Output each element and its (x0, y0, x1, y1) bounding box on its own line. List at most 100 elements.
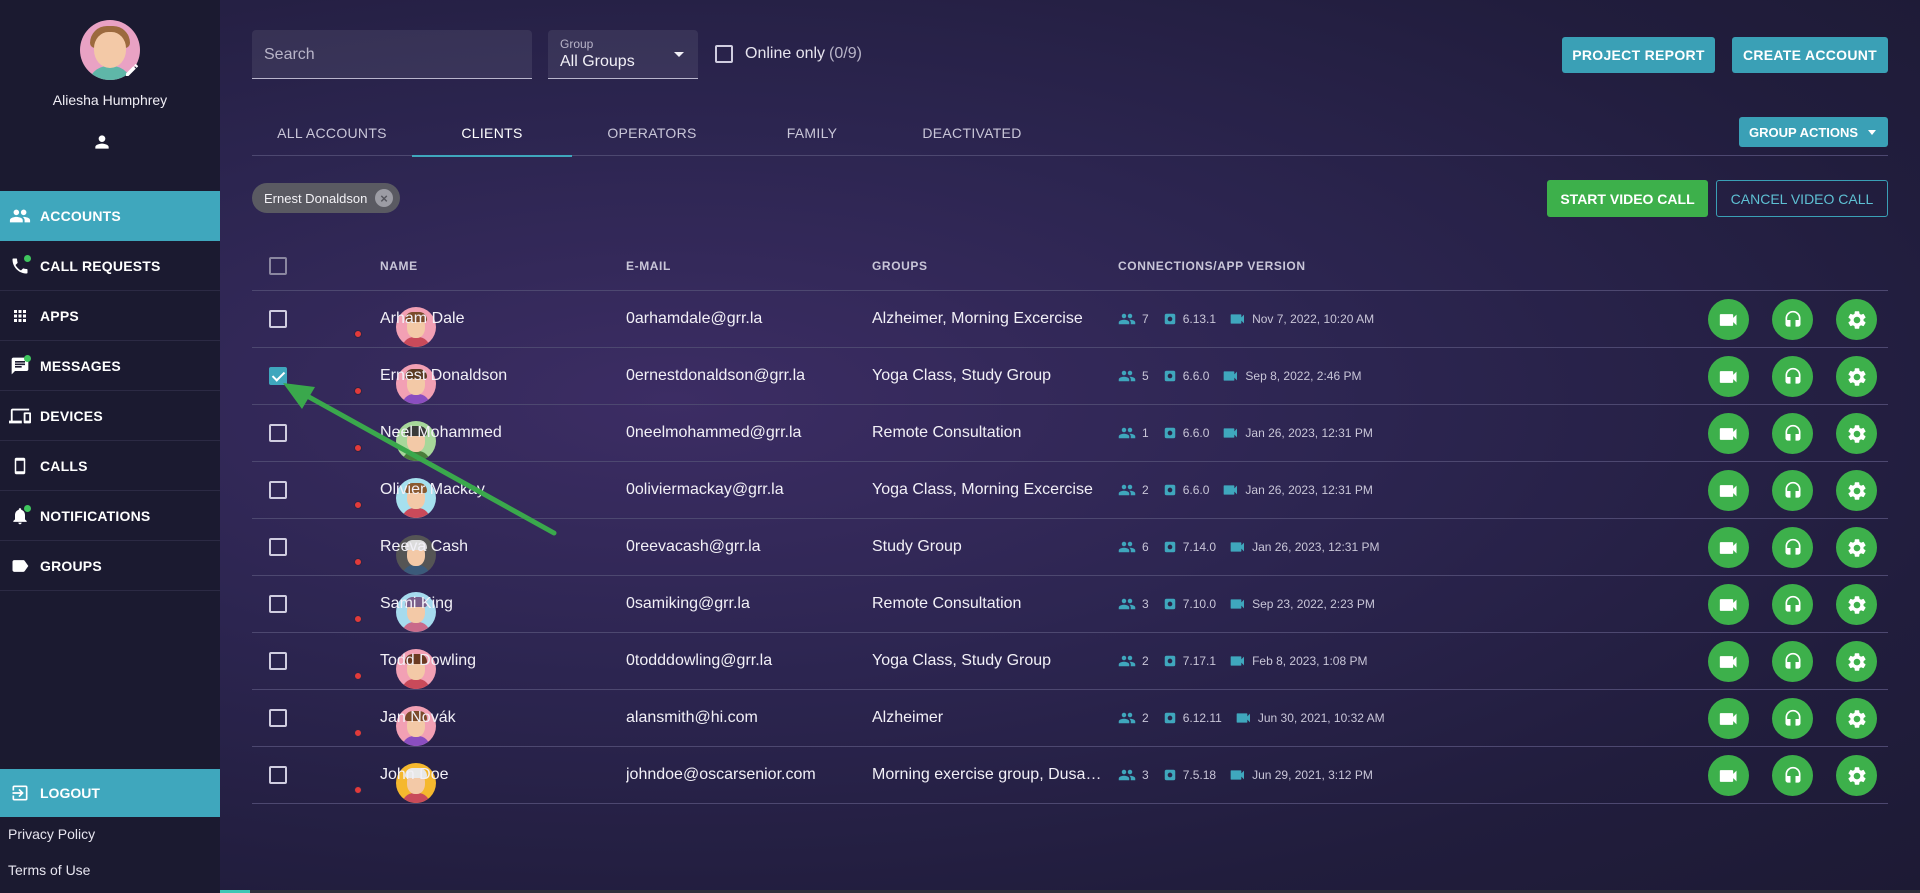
tab-operators[interactable]: OPERATORS (572, 110, 732, 156)
video-camera-icon (1719, 484, 1736, 497)
settings-button[interactable] (1836, 641, 1877, 682)
account-name[interactable]: Arham Dale (380, 310, 610, 328)
headset-icon (1785, 709, 1800, 726)
account-name[interactable]: Jan Novák (380, 709, 610, 727)
settings-button[interactable] (1836, 698, 1877, 739)
video-call-button[interactable] (1708, 299, 1749, 340)
video-call-button[interactable] (1708, 755, 1749, 796)
tab-family[interactable]: FAMILY (732, 110, 892, 156)
settings-button[interactable] (1836, 755, 1877, 796)
audio-call-button[interactable] (1772, 698, 1813, 739)
sidebar-item-accounts[interactable]: ACCOUNTS (0, 191, 220, 241)
table-row[interactable]: John Doe johndoe@oscarsenior.com Morning… (252, 747, 1888, 804)
table-row[interactable]: Arham Dale 0arhamdale@grr.la Alzheimer, … (252, 291, 1888, 348)
sidebar-item-devices[interactable]: DEVICES (0, 391, 220, 441)
people-icon (1118, 655, 1136, 667)
logout-button[interactable]: LOGOUT (0, 769, 220, 817)
cancel-video-call-button[interactable]: CANCEL VIDEO CALL (1716, 180, 1888, 217)
account-name[interactable]: Sami King (380, 595, 610, 613)
audio-call-button[interactable] (1772, 641, 1813, 682)
online-only-checkbox[interactable] (715, 45, 733, 63)
selected-account-chip: Ernest Donaldson × (252, 183, 400, 213)
settings-button[interactable] (1836, 413, 1877, 454)
search-input[interactable]: Search (252, 30, 532, 79)
connections-info: 2 7.17.1 Feb 8, 2023, 1:08 PM (1118, 654, 1381, 668)
audio-call-button[interactable] (1772, 755, 1813, 796)
video-call-button[interactable] (1708, 698, 1749, 739)
tab-deactivated[interactable]: DEACTIVATED (892, 110, 1052, 156)
account-name[interactable]: Neel Mohammed (380, 424, 610, 442)
table-row[interactable]: Sami King 0samiking@grr.la Remote Consul… (252, 576, 1888, 633)
connections-count: 6 (1118, 540, 1149, 554)
video-call-button[interactable] (1708, 584, 1749, 625)
sidebar-item-call-requests[interactable]: CALL REQUESTS (0, 241, 220, 291)
sidebar-item-calls[interactable]: CALLS (0, 441, 220, 491)
settings-button[interactable] (1836, 470, 1877, 511)
row-checkbox[interactable] (269, 595, 287, 613)
row-checkbox[interactable] (269, 367, 287, 385)
table-row[interactable]: Olivier Mackay 0oliviermackay@grr.la Yog… (252, 462, 1888, 519)
row-checkbox[interactable] (269, 310, 287, 328)
chip-remove-icon[interactable]: × (375, 189, 393, 207)
settings-button[interactable] (1836, 527, 1877, 568)
create-account-button[interactable]: CREATE ACCOUNT (1732, 37, 1888, 73)
settings-button[interactable] (1836, 299, 1877, 340)
profile-panel: Aliesha Humphrey (0, 0, 220, 170)
app-version: 6.6.0 (1163, 483, 1209, 497)
select-all-checkbox[interactable] (269, 257, 287, 275)
status-dot (354, 672, 362, 680)
privacy-policy-link[interactable]: Privacy Policy (8, 826, 95, 842)
audio-call-button[interactable] (1772, 584, 1813, 625)
row-checkbox[interactable] (269, 652, 287, 670)
table-row[interactable]: Ernest Donaldson 0ernestdonaldson@grr.la… (252, 348, 1888, 405)
settings-button[interactable] (1836, 584, 1877, 625)
tab-all-accounts[interactable]: ALL ACCOUNTS (252, 110, 412, 156)
video-call-button[interactable] (1708, 641, 1749, 682)
group-actions-button[interactable]: GROUP ACTIONS (1739, 117, 1888, 147)
audio-call-button[interactable] (1772, 470, 1813, 511)
table-row[interactable]: Neel Mohammed 0neelmohammed@grr.la Remot… (252, 405, 1888, 462)
account-name[interactable]: John Doe (380, 766, 610, 784)
person-icon[interactable] (92, 132, 112, 152)
row-checkbox[interactable] (269, 538, 287, 556)
edit-pencil-icon[interactable] (122, 62, 142, 82)
account-name[interactable]: Ernest Donaldson (380, 367, 610, 385)
sidebar-item-apps[interactable]: APPS (0, 291, 220, 341)
row-checkbox[interactable] (269, 481, 287, 499)
column-header-email[interactable]: E-MAIL (626, 259, 671, 273)
account-name[interactable]: Reeva Cash (380, 538, 610, 556)
people-icon (1118, 484, 1136, 496)
account-name[interactable]: Olivier Mackay (380, 481, 610, 499)
project-report-button[interactable]: PROJECT REPORT (1562, 37, 1715, 73)
start-video-call-button[interactable]: START VIDEO CALL (1547, 180, 1708, 217)
table-row[interactable]: Todd Dowling 0todddowling@grr.la Yoga Cl… (252, 633, 1888, 690)
last-video-call: Jun 29, 2021, 3:12 PM (1230, 768, 1373, 782)
video-call-button[interactable] (1708, 470, 1749, 511)
audio-call-button[interactable] (1772, 356, 1813, 397)
sidebar-item-notifications[interactable]: NOTIFICATIONS (0, 491, 220, 541)
column-header-name[interactable]: NAME (380, 259, 418, 273)
group-select[interactable]: Group All Groups (548, 30, 698, 79)
account-name[interactable]: Todd Dowling (380, 652, 610, 670)
sidebar-item-messages[interactable]: MESSAGES (0, 341, 220, 391)
video-call-button[interactable] (1708, 527, 1749, 568)
settings-button[interactable] (1836, 356, 1877, 397)
row-checkbox[interactable] (269, 766, 287, 784)
online-only-filter[interactable]: Online only (0/9) (715, 45, 862, 63)
table-row[interactable]: Jan Novák alansmith@hi.com Alzheimer 2 6… (252, 690, 1888, 747)
column-header-groups[interactable]: GROUPS (872, 259, 928, 273)
app-version: 6.13.1 (1163, 312, 1216, 326)
video-call-button[interactable] (1708, 413, 1749, 454)
video-camera-icon (1719, 313, 1736, 326)
last-video-call: Jan 26, 2023, 12:31 PM (1223, 426, 1373, 440)
terms-of-use-link[interactable]: Terms of Use (8, 862, 90, 878)
video-call-button[interactable] (1708, 356, 1749, 397)
row-checkbox[interactable] (269, 424, 287, 442)
tab-clients[interactable]: CLIENTS (412, 110, 572, 157)
row-checkbox[interactable] (269, 709, 287, 727)
audio-call-button[interactable] (1772, 413, 1813, 454)
audio-call-button[interactable] (1772, 527, 1813, 568)
sidebar-item-groups[interactable]: GROUPS (0, 541, 220, 591)
audio-call-button[interactable] (1772, 299, 1813, 340)
table-row[interactable]: Reeva Cash 0reevacash@grr.la Study Group… (252, 519, 1888, 576)
